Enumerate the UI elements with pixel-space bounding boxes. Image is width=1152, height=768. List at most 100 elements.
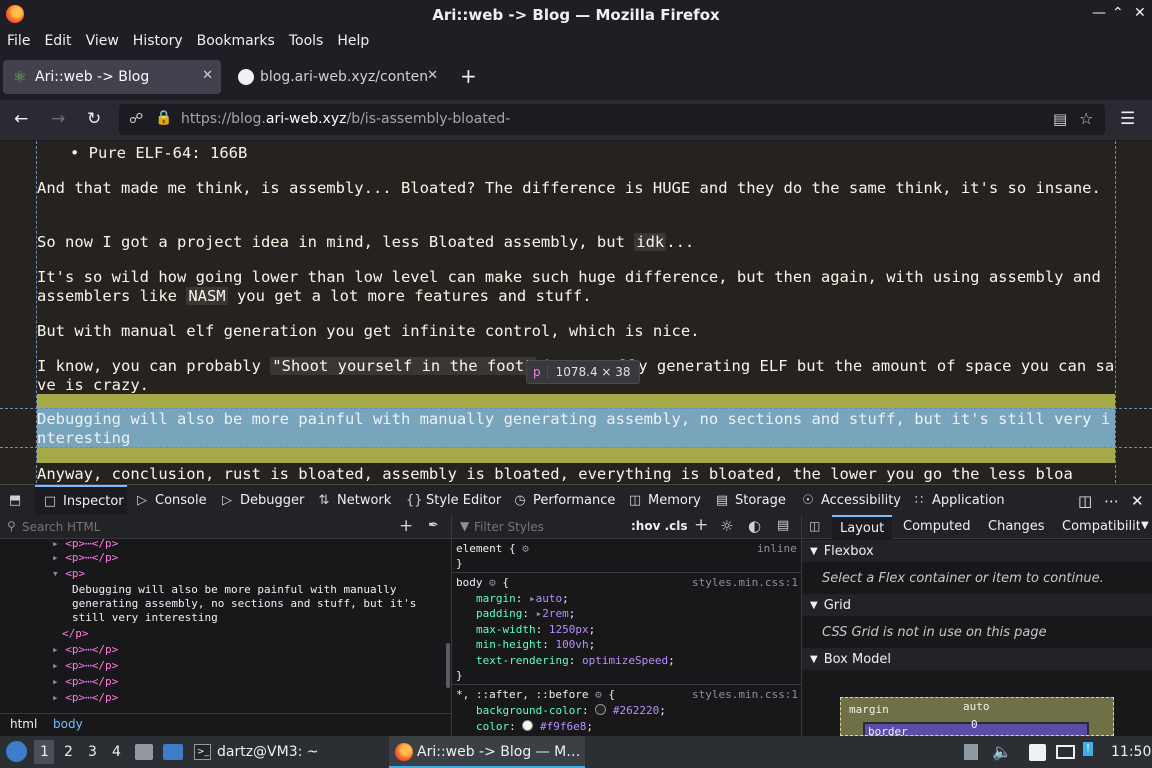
rule-source[interactable]: styles.min.css:1 [692, 576, 798, 589]
hov-cls-toggle[interactable]: :hov .cls [631, 519, 688, 533]
menu-bookmarks[interactable]: Bookmarks [197, 33, 275, 49]
lock-icon[interactable]: 🔒 [155, 110, 172, 126]
declaration[interactable]: max-width: 1250px; [476, 623, 595, 636]
start-menu-icon[interactable] [6, 741, 27, 762]
eyedropper-icon[interactable]: ✒ [428, 518, 439, 533]
taskbar-terminal[interactable]: dartz@VM3: ~ [217, 744, 319, 760]
menu-tools[interactable]: Tools [289, 33, 324, 49]
url-text[interactable]: https://blog.ari-web.xyz/b/is-assembly-b… [181, 111, 510, 127]
tab-inspector[interactable]: □ Inspector [35, 485, 127, 516]
reader-view-icon[interactable]: ▤ [1053, 110, 1067, 128]
tab-style-editor[interactable]: {} Style Editor [406, 485, 501, 516]
light-theme-icon[interactable]: ☼ [720, 517, 733, 535]
reload-icon[interactable]: ↻ [87, 109, 101, 129]
print-media-icon[interactable]: ▤ [777, 518, 789, 533]
tab-console[interactable]: ▷ Console [135, 485, 207, 516]
chevron-down-icon[interactable]: ▼ [1141, 520, 1149, 531]
new-tab-icon[interactable]: + [460, 64, 477, 88]
tab-network[interactable]: ⇅ Network [317, 485, 392, 516]
declaration[interactable]: background-color: #262220; [476, 704, 666, 717]
menu-file[interactable]: File [7, 33, 30, 49]
section-flexbox[interactable]: ▼ Flexbox [802, 540, 1152, 562]
tree-node[interactable]: ▸ <p>⋯</p> [52, 674, 118, 690]
clock[interactable]: 11:50 [1111, 744, 1151, 760]
tab-application[interactable]: ∷ Application [912, 485, 1005, 516]
filter-styles-input[interactable] [474, 518, 624, 536]
tab-debugger[interactable]: ▷ Debugger [220, 485, 304, 516]
add-rule-icon[interactable]: + [694, 515, 708, 535]
tab-layout[interactable]: Layout [832, 515, 893, 539]
close-devtools-icon[interactable]: ✕ [1131, 485, 1144, 516]
volume-icon[interactable]: 🔈 [992, 742, 1012, 761]
menu-help[interactable]: Help [337, 33, 369, 49]
notification-icon[interactable]: ! [1083, 742, 1093, 756]
tab-accessibility[interactable]: ☉ Accessibility [801, 485, 901, 516]
highlighted-paragraph[interactable]: Debugging will also be more painful with… [37, 410, 1117, 448]
desktop-1[interactable]: 1 [40, 744, 49, 760]
file-manager-icon[interactable] [135, 744, 153, 760]
guide-line [0, 408, 1152, 409]
tab-blog[interactable]: ⚛ Ari::web -> Blog ✕ [3, 60, 221, 94]
upload-icon[interactable] [964, 744, 978, 760]
declaration[interactable]: margin: ▸auto; [476, 592, 569, 605]
rule-source[interactable]: inline [757, 542, 797, 555]
bookmark-star-icon[interactable]: ☆ [1079, 109, 1093, 128]
shield-icon[interactable]: ☍ [129, 111, 143, 127]
tab-content[interactable]: blog.ari-web.xyz/content ✕ [228, 60, 446, 94]
menu-edit[interactable]: Edit [44, 33, 71, 49]
tab-changes[interactable]: Changes [988, 519, 1045, 534]
maximize-icon[interactable]: ⌃ [1112, 5, 1124, 21]
margin-top-value[interactable]: auto [963, 700, 990, 713]
tab-performance[interactable]: ◷ Performance [513, 485, 615, 516]
tree-node[interactable]: ▸ <p>⋯</p> [52, 658, 118, 674]
network-status-icon[interactable] [1056, 745, 1075, 759]
dock-icon[interactable]: ◫ [1078, 485, 1092, 516]
taskbar-firefox[interactable]: Ari::web -> Blog — M… [389, 736, 585, 768]
tab-memory[interactable]: ◫ Memory [628, 485, 701, 516]
section-grid[interactable]: ▼ Grid [802, 594, 1152, 616]
forward-icon[interactable]: → [51, 109, 65, 129]
window-title: Ari::web -> Blog — Mozilla Firefox [432, 5, 720, 24]
color-swatch[interactable] [522, 720, 534, 731]
url-bar[interactable]: ☍ 🔒 https://blog.ari-web.xyz/b/is-assemb… [119, 104, 1105, 135]
back-icon[interactable]: ← [14, 109, 28, 129]
tab-storage[interactable]: ▤ Storage [715, 485, 786, 516]
close-tab-icon[interactable]: ✕ [202, 68, 213, 83]
desktop-4[interactable]: 4 [112, 744, 121, 760]
tree-node[interactable]: ▸ <p>⋯</p> [52, 690, 118, 706]
close-window-icon[interactable]: ✕ [1134, 5, 1146, 21]
border-top-value[interactable]: 0 [971, 718, 978, 731]
show-desktop-icon[interactable] [163, 744, 183, 760]
minimize-icon[interactable]: — [1092, 5, 1106, 21]
rule-source[interactable]: styles.min.css:1 [692, 688, 798, 701]
tree-node[interactable]: ▸ <p>⋯</p> [52, 550, 118, 566]
menu-history[interactable]: History [133, 33, 183, 49]
tab-computed[interactable]: Computed [903, 519, 971, 534]
markup-scrollbar[interactable] [446, 643, 450, 688]
declaration[interactable]: color: #f9f6e8; [476, 720, 593, 733]
pick-element-icon[interactable]: ⬒ [8, 485, 28, 516]
declaration[interactable]: padding: ▸2rem; [476, 607, 575, 620]
app-menu-icon[interactable]: ☰ [1120, 109, 1135, 129]
menu-view[interactable]: View [86, 33, 119, 49]
taskbar-firefox-label: Ari::web -> Blog — M… [417, 744, 581, 760]
grid-message: CSS Grid is not in use on this page [822, 625, 1047, 640]
color-swatch[interactable] [595, 704, 607, 715]
declaration[interactable]: min-height: 100vh; [476, 638, 595, 651]
dark-theme-icon[interactable]: ◐ [748, 517, 761, 535]
search-html-input[interactable] [22, 518, 382, 536]
desktop-3[interactable]: 3 [88, 744, 97, 760]
breadcrumb-body[interactable]: body [53, 717, 83, 731]
tree-node[interactable]: ▸ <p>⋯</p> [52, 642, 118, 658]
close-tab-icon[interactable]: ✕ [427, 68, 438, 83]
more-options-icon[interactable]: ⋯ [1104, 485, 1119, 516]
section-box-model[interactable]: ▼ Box Model [802, 648, 1152, 670]
toggle-sidebar-icon[interactable]: ◫ [809, 519, 820, 533]
tab-compatibility[interactable]: Compatibility [1062, 519, 1140, 534]
declaration[interactable]: text-rendering: optimizeSpeed; [476, 654, 675, 667]
clipboard-icon[interactable] [1029, 744, 1046, 761]
tree-node-selected[interactable]: ▾ <p> [52, 566, 85, 582]
desktop-2[interactable]: 2 [64, 744, 73, 760]
breadcrumb-html[interactable]: html [10, 717, 37, 731]
add-node-icon[interactable]: + [399, 516, 413, 536]
